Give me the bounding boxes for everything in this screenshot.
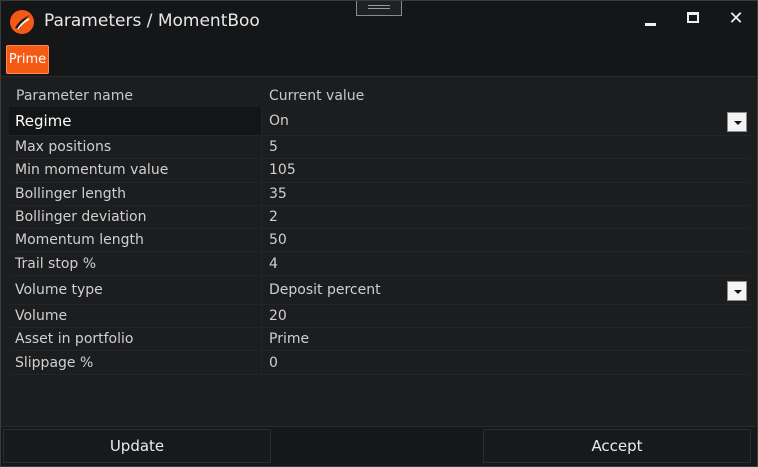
chevron-down-icon[interactable]: [727, 280, 747, 301]
table-row[interactable]: Trail stop % 4: [9, 252, 751, 276]
table-row[interactable]: Max positions 5: [9, 136, 751, 160]
param-value-dropdown[interactable]: Deposit percent: [261, 275, 751, 304]
param-name: Volume: [15, 307, 68, 324]
table-row[interactable]: Momentum length 50: [9, 229, 751, 253]
tab-prime[interactable]: Prime: [6, 45, 49, 74]
param-name: Min momentum value: [15, 162, 169, 179]
param-name: Max positions: [15, 139, 112, 156]
param-value-input[interactable]: 20: [261, 304, 751, 328]
table-row[interactable]: Bollinger deviation 2: [9, 205, 751, 230]
accept-button[interactable]: Accept: [483, 429, 751, 463]
header-current-value: Current value: [269, 88, 365, 104]
param-name: Regime: [9, 107, 261, 135]
header-parameter-name: Parameter name: [16, 88, 133, 104]
table-row[interactable]: Asset in portfolio Prime: [9, 328, 751, 352]
grid-header: Parameter name Current value: [9, 85, 751, 107]
minimize-icon: [645, 23, 656, 26]
param-value-input[interactable]: 0: [261, 351, 751, 374]
window-title: Parameters / MomentBoo: [44, 11, 260, 31]
app-logo-icon: [10, 10, 34, 34]
maximize-button[interactable]: [678, 7, 708, 31]
footer-bar: Update Accept: [1, 426, 757, 466]
update-button[interactable]: Update: [3, 429, 271, 463]
parameters-grid: Parameter name Current value Regime On M…: [9, 85, 751, 375]
param-value: Deposit percent: [269, 281, 381, 298]
param-value-input[interactable]: 105: [261, 159, 751, 182]
minimize-button[interactable]: [636, 7, 666, 31]
chevron-down-icon[interactable]: [727, 112, 747, 132]
param-value-input[interactable]: 35: [261, 182, 751, 205]
param-name: Slippage %: [15, 354, 94, 371]
maximize-icon: [687, 12, 699, 23]
table-row[interactable]: Volume 20: [9, 304, 751, 329]
param-name: Volume type: [15, 281, 103, 298]
table-row-regime[interactable]: Regime On: [9, 107, 751, 136]
tab-strip: Prime: [1, 43, 757, 77]
parameters-window: Parameters / MomentBoo ✕ Prime Parameter…: [0, 0, 758, 467]
table-row-volume-type[interactable]: Volume type Deposit percent: [9, 275, 751, 305]
param-value: On: [269, 113, 289, 129]
table-row[interactable]: Bollinger length 35: [9, 182, 751, 206]
param-value-input[interactable]: 4: [261, 252, 751, 275]
param-value-dropdown[interactable]: On: [261, 107, 751, 135]
param-name: Bollinger deviation: [15, 209, 147, 226]
param-value-input[interactable]: 50: [261, 229, 751, 252]
close-button[interactable]: ✕: [721, 7, 751, 31]
param-value-input[interactable]: Prime: [261, 328, 751, 351]
table-row[interactable]: Min momentum value 105: [9, 159, 751, 183]
drag-handle-icon[interactable]: [356, 1, 402, 16]
param-name: Bollinger length: [15, 185, 127, 202]
param-value-input[interactable]: 2: [261, 205, 751, 229]
param-value-input[interactable]: 5: [261, 136, 751, 159]
param-name: Trail stop %: [15, 255, 97, 272]
param-name: Asset in portfolio: [15, 331, 134, 348]
title-bar[interactable]: Parameters / MomentBoo ✕: [1, 1, 757, 43]
param-name: Momentum length: [15, 232, 144, 249]
table-row[interactable]: Slippage % 0: [9, 351, 751, 375]
